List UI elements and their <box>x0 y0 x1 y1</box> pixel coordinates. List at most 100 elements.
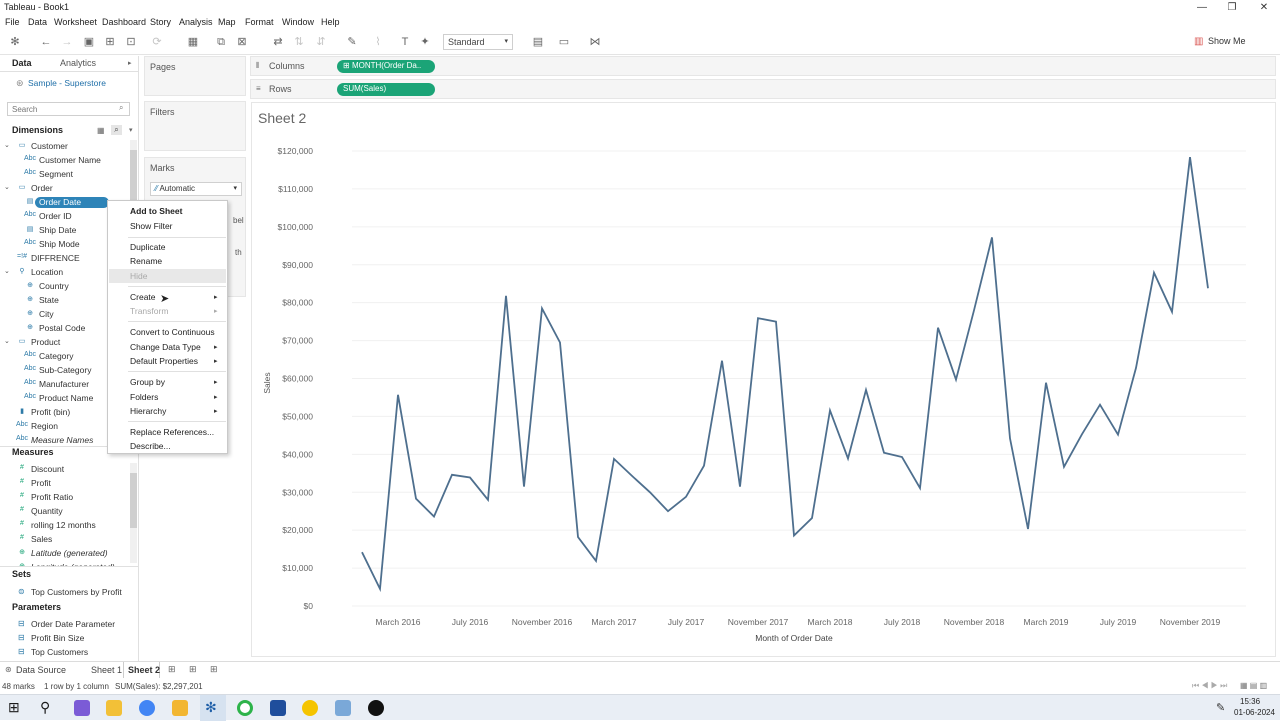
data-point[interactable] <box>521 484 527 490</box>
data-point[interactable] <box>809 515 815 521</box>
label-fragment[interactable]: bel <box>233 216 244 225</box>
minimize-button[interactable]: — <box>1188 0 1216 15</box>
save-icon[interactable]: ▣ <box>82 36 96 49</box>
visual-studio-icon[interactable] <box>74 700 90 716</box>
refresh-icon[interactable]: ⟳ <box>150 36 164 49</box>
data-point[interactable] <box>683 494 689 500</box>
filters-card[interactable]: Filters <box>144 101 246 151</box>
pages-card[interactable]: Pages <box>144 56 246 96</box>
app-icon-snapchat[interactable] <box>302 700 318 716</box>
file-explorer-icon[interactable] <box>106 700 122 716</box>
windows-start-icon[interactable]: ⊞ <box>8 699 20 716</box>
menu-file[interactable]: File <box>5 17 20 27</box>
menu-item-duplicate[interactable]: Duplicate <box>130 242 165 252</box>
data-point[interactable] <box>665 508 671 514</box>
app-icon-light-blue[interactable] <box>335 700 351 716</box>
data-point[interactable] <box>467 474 473 480</box>
menu-window[interactable]: Window <box>282 17 314 27</box>
menu-data[interactable]: Data <box>28 17 47 27</box>
show-me-button[interactable]: Show Me <box>1208 36 1246 46</box>
share-icon[interactable]: ⋈ <box>588 36 602 49</box>
menu-analysis[interactable]: Analysis <box>179 17 213 27</box>
rows-pill[interactable]: SUM(Sales) <box>337 83 435 96</box>
menu-item-default-properties[interactable]: Default Properties <box>130 356 198 366</box>
app-icon-green-ring[interactable] <box>237 700 253 716</box>
sort-desc-icon[interactable]: ⇵ <box>314 36 328 49</box>
data-point[interactable] <box>1133 365 1139 371</box>
measures-scroll-thumb[interactable] <box>130 473 137 528</box>
group-icon[interactable]: ⌇ <box>371 36 385 49</box>
chrome-icon[interactable] <box>139 700 155 716</box>
data-point[interactable] <box>719 358 725 364</box>
menu-item-add-to-sheet[interactable]: Add to Sheet <box>130 206 182 216</box>
data-point[interactable] <box>629 473 635 479</box>
menu-help[interactable]: Help <box>321 17 340 27</box>
menu-item-change-data-type[interactable]: Change Data Type <box>130 342 201 352</box>
data-point[interactable] <box>611 456 617 462</box>
nav-arrows-icon[interactable]: ⏮ ◀ ▶ ⏭ <box>1192 681 1227 691</box>
menu-dashboard[interactable]: Dashboard <box>102 17 146 27</box>
menu-item-hierarchy[interactable]: Hierarchy <box>130 406 166 416</box>
sales-series-line[interactable] <box>361 156 1209 593</box>
data-point[interactable] <box>773 319 779 325</box>
tab-sheet-1[interactable]: Sheet 1 <box>91 665 122 675</box>
data-point[interactable] <box>755 315 761 321</box>
pen-tray-icon[interactable]: ✎ <box>1216 701 1225 714</box>
menu-item-hide[interactable]: Hide <box>130 271 147 281</box>
labels-icon[interactable]: T <box>398 36 412 49</box>
data-point[interactable] <box>737 484 743 490</box>
data-point[interactable] <box>395 392 401 398</box>
data-point[interactable] <box>953 377 959 383</box>
data-point[interactable] <box>845 456 851 462</box>
data-point[interactable] <box>1205 285 1211 291</box>
sort-asc-icon[interactable]: ⇅ <box>292 36 306 49</box>
view-tiles-icon[interactable]: ▦ ▤ ▥ <box>1240 681 1267 690</box>
restore-button[interactable]: ❐ <box>1218 0 1246 15</box>
app-icon-yellow[interactable] <box>172 700 188 716</box>
data-point[interactable] <box>593 558 599 564</box>
data-point[interactable] <box>431 514 437 520</box>
data-point[interactable] <box>647 489 653 495</box>
undo-icon[interactable]: ← <box>39 36 53 49</box>
data-point[interactable] <box>1061 464 1067 470</box>
measure-field[interactable]: ⊕ Latitude (generated) <box>0 547 128 561</box>
data-point[interactable] <box>359 549 365 555</box>
data-point[interactable] <box>449 472 455 478</box>
swap-icon[interactable]: ⇄ <box>271 36 285 49</box>
presentation-icon[interactable]: ▭ <box>557 36 571 49</box>
card-toggle-icon[interactable]: ▤ <box>531 36 545 49</box>
data-point[interactable] <box>1097 402 1103 408</box>
measure-field[interactable]: # Profit <box>0 477 128 491</box>
parameter-order-date[interactable]: Order Date Parameter <box>31 619 115 629</box>
parameter-top-customers[interactable]: Top Customers <box>31 647 88 657</box>
menu-item-describe[interactable]: Describe... <box>130 441 171 451</box>
data-point[interactable] <box>1043 380 1049 386</box>
data-point[interactable] <box>881 450 887 456</box>
data-point[interactable] <box>1079 431 1085 437</box>
data-point[interactable] <box>1007 435 1013 441</box>
menu-item-rename[interactable]: Rename <box>130 256 162 266</box>
data-point[interactable] <box>413 496 419 502</box>
pause-updates-icon[interactable]: ⊡ <box>124 36 138 49</box>
data-point[interactable] <box>1187 154 1193 160</box>
measure-field[interactable]: # Quantity <box>0 505 128 519</box>
measure-field[interactable]: # Profit Ratio <box>0 491 128 505</box>
redo-icon[interactable]: → <box>60 36 74 49</box>
data-point[interactable] <box>701 463 707 469</box>
highlight-icon[interactable]: ✎ <box>345 36 359 49</box>
menu-item-create[interactable]: Create <box>130 292 156 302</box>
new-story-tab-icon[interactable]: ⊞ <box>210 664 218 675</box>
measure-field[interactable]: # rolling 12 months <box>0 519 128 533</box>
menu-item-group-by[interactable]: Group by <box>130 377 165 387</box>
data-point[interactable] <box>989 234 995 240</box>
data-point[interactable] <box>827 407 833 413</box>
data-point[interactable] <box>899 454 905 460</box>
data-point[interactable] <box>377 586 383 592</box>
search-taskbar-icon[interactable]: ⚲ <box>40 699 50 716</box>
menu-item-convert-to-continuous[interactable]: Convert to Continuous <box>130 327 215 337</box>
data-point[interactable] <box>791 532 797 538</box>
measure-field[interactable]: # Discount <box>0 463 128 477</box>
data-point[interactable] <box>917 485 923 491</box>
clear-sheet-icon[interactable]: ⊠ <box>235 36 249 49</box>
menu-story[interactable]: Story <box>150 17 171 27</box>
